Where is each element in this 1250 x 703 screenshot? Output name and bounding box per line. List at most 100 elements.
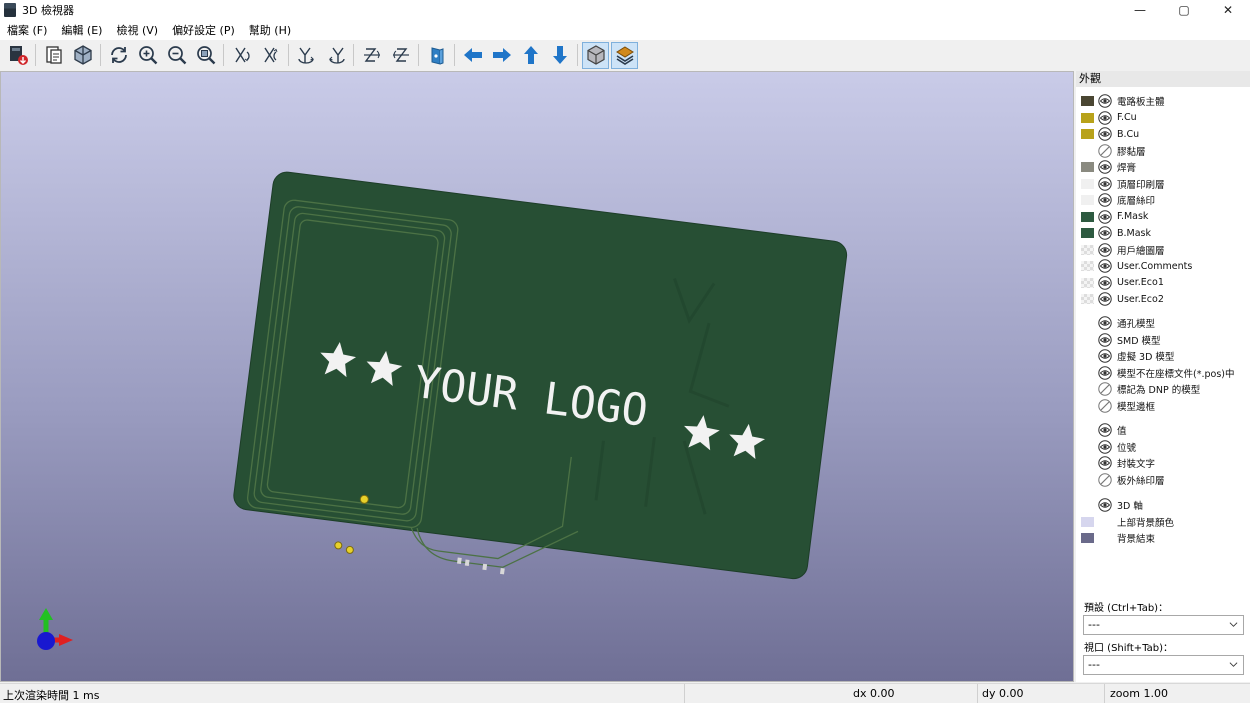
panel-row-layers[interactable]: 電路板主體 bbox=[1076, 93, 1165, 109]
panel-row-layers[interactable]: User.Comments bbox=[1076, 258, 1192, 274]
rotate-y-cw-button[interactable] bbox=[293, 42, 320, 69]
panel-row-models[interactable]: 模型不在座標文件(*.pos)中 bbox=[1076, 365, 1234, 381]
eye-icon[interactable] bbox=[1098, 209, 1112, 224]
menu-help[interactable]: 幫助 (H) bbox=[242, 22, 298, 38]
hidden-icon[interactable] bbox=[1098, 143, 1112, 158]
pan-up-button[interactable] bbox=[517, 42, 544, 69]
panel-row-extras[interactable]: 上部背景顏色 bbox=[1076, 514, 1174, 530]
eye-icon[interactable] bbox=[1098, 259, 1112, 273]
reload-button[interactable] bbox=[105, 42, 132, 69]
eye-icon[interactable] bbox=[1098, 456, 1112, 470]
panel-row-layers[interactable]: 頂層印刷層 bbox=[1076, 176, 1165, 192]
hidden-icon[interactable] bbox=[1098, 382, 1112, 396]
layers-manager-button[interactable] bbox=[611, 41, 638, 69]
color-swatch bbox=[1081, 475, 1094, 485]
pan-right-button[interactable] bbox=[488, 42, 515, 69]
panel-row-layers[interactable]: 膠黏層 bbox=[1076, 143, 1146, 159]
panel-row-layers[interactable]: B.Mask bbox=[1076, 225, 1151, 241]
color-swatch[interactable] bbox=[1081, 516, 1094, 527]
eye-icon[interactable] bbox=[1098, 160, 1112, 174]
rotate-z-ccw-button[interactable] bbox=[387, 42, 414, 69]
panel-row-texts[interactable]: 值 bbox=[1076, 422, 1127, 438]
color-swatch[interactable] bbox=[1081, 162, 1094, 172]
color-swatch[interactable] bbox=[1081, 261, 1094, 271]
panel-row-models[interactable]: 通孔模型 bbox=[1076, 315, 1155, 331]
panel-row-layers[interactable]: B.Cu bbox=[1076, 126, 1139, 142]
color-swatch[interactable] bbox=[1081, 195, 1094, 205]
maximize-button[interactable]: ▢ bbox=[1162, 0, 1206, 20]
eye-icon[interactable] bbox=[1098, 275, 1112, 290]
pan-left-button[interactable] bbox=[459, 42, 486, 69]
viewport-combo[interactable]: --- bbox=[1083, 655, 1244, 675]
panel-row-models[interactable]: 虛擬 3D 模型 bbox=[1076, 348, 1174, 364]
menu-edit[interactable]: 編輯 (E) bbox=[54, 22, 109, 38]
status-divider bbox=[977, 684, 978, 703]
zoom-fit-button[interactable] bbox=[192, 42, 219, 69]
hidden-icon[interactable] bbox=[1098, 398, 1112, 413]
rotate-x-cw-button[interactable] bbox=[228, 42, 255, 69]
eye-icon[interactable] bbox=[1098, 226, 1112, 240]
eye-icon[interactable] bbox=[1098, 332, 1112, 347]
eye-icon[interactable] bbox=[1098, 439, 1112, 454]
rotate-y-ccw-button[interactable] bbox=[322, 42, 349, 69]
preset-combo[interactable]: --- bbox=[1083, 615, 1244, 635]
panel-row-extras[interactable]: 3D 軸 bbox=[1076, 497, 1143, 513]
color-swatch[interactable] bbox=[1081, 228, 1094, 238]
eye-icon[interactable] bbox=[1098, 292, 1112, 306]
zoom-in-button[interactable] bbox=[134, 42, 161, 69]
copy-clipboard-button[interactable] bbox=[40, 42, 67, 69]
panel-row-layers[interactable]: User.Eco1 bbox=[1076, 275, 1164, 291]
3d-viewport[interactable]: YOUR LOGO bbox=[0, 71, 1074, 682]
ortho-projection-button[interactable] bbox=[582, 41, 609, 69]
panel-row-texts[interactable]: 位號 bbox=[1076, 439, 1136, 455]
panel-row-models[interactable]: SMD 模型 bbox=[1076, 332, 1161, 348]
eye-icon[interactable] bbox=[1098, 423, 1112, 437]
rotate-x-ccw-button[interactable] bbox=[257, 42, 284, 69]
hidden-icon[interactable] bbox=[1098, 472, 1112, 487]
panel-row-extras[interactable]: 背景結束 bbox=[1076, 530, 1155, 546]
panel-row-texts[interactable]: 封裝文字 bbox=[1076, 455, 1155, 471]
eye-icon[interactable] bbox=[1098, 316, 1112, 330]
menu-preferences[interactable]: 偏好設定 (P) bbox=[165, 22, 242, 38]
menu-view[interactable]: 檢視 (V) bbox=[109, 22, 165, 38]
panel-row-layers[interactable]: 底層絲印 bbox=[1076, 192, 1155, 208]
export-image-button[interactable] bbox=[4, 42, 31, 69]
rotate-z-cw-button[interactable] bbox=[358, 42, 385, 69]
color-swatch[interactable] bbox=[1081, 129, 1094, 139]
color-swatch[interactable] bbox=[1081, 277, 1094, 288]
view-3d-button[interactable] bbox=[69, 42, 96, 69]
color-swatch[interactable] bbox=[1081, 96, 1094, 106]
eye-icon[interactable] bbox=[1098, 127, 1112, 141]
eye-icon[interactable] bbox=[1098, 110, 1112, 125]
panel-row-layers[interactable]: 用戶繪圖層 bbox=[1076, 242, 1165, 258]
eye-icon[interactable] bbox=[1098, 193, 1112, 207]
color-swatch[interactable] bbox=[1081, 533, 1094, 543]
eye-icon[interactable] bbox=[1098, 94, 1112, 108]
panel-row-models[interactable]: 標記為 DNP 的模型 bbox=[1076, 381, 1200, 397]
eye-icon[interactable] bbox=[1098, 242, 1112, 257]
zoom-out-button[interactable] bbox=[163, 42, 190, 69]
panel-row-layers[interactable]: F.Mask bbox=[1076, 209, 1148, 225]
eye-icon[interactable] bbox=[1098, 365, 1112, 380]
color-swatch[interactable] bbox=[1081, 294, 1094, 304]
color-swatch[interactable] bbox=[1081, 244, 1094, 255]
eye-icon[interactable] bbox=[1098, 349, 1112, 363]
minimize-button[interactable]: — bbox=[1118, 0, 1162, 20]
flip-board-button[interactable] bbox=[423, 42, 450, 69]
zoom-fit-icon bbox=[196, 46, 215, 65]
color-swatch[interactable] bbox=[1081, 211, 1094, 222]
eye-icon[interactable] bbox=[1098, 498, 1112, 512]
panel-row-layers[interactable]: User.Eco2 bbox=[1076, 291, 1164, 307]
color-swatch[interactable] bbox=[1081, 178, 1094, 189]
smd-part bbox=[464, 559, 470, 566]
color-swatch[interactable] bbox=[1081, 112, 1094, 123]
panel-row-texts[interactable]: 板外絲印層 bbox=[1076, 472, 1165, 488]
panel-row-models[interactable]: 模型邊框 bbox=[1076, 398, 1155, 414]
close-button[interactable]: ✕ bbox=[1206, 0, 1250, 20]
eye-icon[interactable] bbox=[1098, 176, 1112, 191]
row-label: 頂層印刷層 bbox=[1117, 179, 1165, 191]
pan-down-button[interactable] bbox=[546, 42, 573, 69]
menu-file[interactable]: 檔案 (F) bbox=[0, 22, 54, 38]
panel-row-layers[interactable]: 焊膏 bbox=[1076, 159, 1136, 175]
panel-row-layers[interactable]: F.Cu bbox=[1076, 110, 1137, 126]
